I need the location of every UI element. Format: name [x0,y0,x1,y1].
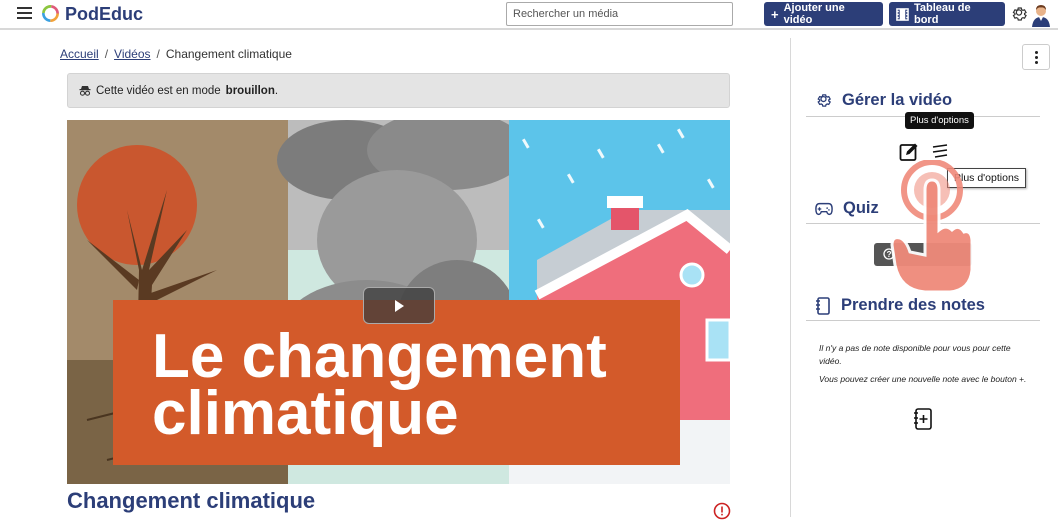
podeduc-logo-icon[interactable] [41,4,60,23]
sidebar-options-button[interactable] [1022,44,1050,70]
notes-heading: Prendre des notes [815,296,985,315]
dashboard-label: Tableau de bord [913,2,971,26]
quiz-heading: Quiz [815,199,879,218]
breadcrumb-home-link[interactable]: Accueil [60,47,99,61]
dashboard-button[interactable]: Tableau de bord [889,2,1005,26]
notebook-icon [816,296,830,315]
thumbnail-title-line2: climatique [152,379,459,448]
notes-empty-message: Il n'y a pas de note disponible pour vou… [819,342,1029,391]
manage-video-heading: Gérer la vidéo [815,91,952,110]
add-video-button[interactable]: + Ajouter une vidéo [764,2,883,26]
video-title: Changement climatique [67,488,316,513]
top-navbar: PodEduc + Ajouter une vidéo Tableau de b… [0,0,1058,30]
user-avatar[interactable] [1031,3,1051,27]
film-icon [896,7,909,21]
alert-mode: brouillon [225,84,275,97]
breadcrumb: Accueil / Vidéos / Changement climatique [60,47,292,61]
alert-prefix: Cette vidéo est en mode [96,84,221,97]
gear-icon[interactable] [1010,5,1028,23]
incognito-icon [79,86,91,96]
menu-icon[interactable] [17,7,32,21]
notes-empty-text: Il n'y a pas de note disponible pour vou… [819,343,1011,366]
edit-video-icon[interactable] [899,142,919,162]
gear-icon [817,94,832,107]
play-icon [395,299,404,312]
more-options-icon[interactable] [931,144,949,162]
add-note-icon[interactable] [912,408,934,430]
question-icon: ? [883,248,895,260]
report-icon[interactable] [713,502,731,520]
plus-icon: + [771,6,779,22]
breadcrumb-current: Changement climatique [165,47,292,61]
video-player[interactable]: Le changement climatique [67,120,730,484]
gamepad-icon [815,202,833,215]
draft-mode-alert: Cette vidéo est en mode brouillon. [67,73,730,108]
brand-name[interactable]: PodEduc [65,4,143,25]
more-options-tooltip: Plus d'options [905,112,974,129]
quiz-button[interactable]: ? [874,243,972,266]
notes-hint-text: Vous pouvez créer une nouvelle note avec… [819,374,1027,384]
more-options-title-tooltip: Plus d'options [947,168,1027,188]
add-video-label: Ajouter une vidéo [783,2,845,26]
search-input[interactable] [506,2,733,26]
breadcrumb-videos-link[interactable]: Vidéos [114,47,150,61]
alert-suffix: . [274,84,279,97]
svg-text:?: ? [887,250,892,259]
play-button[interactable] [363,287,435,324]
